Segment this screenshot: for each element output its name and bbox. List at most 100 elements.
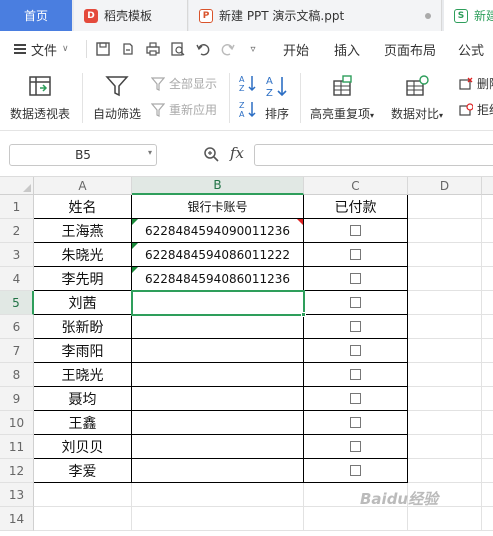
cell-d8[interactable] bbox=[408, 363, 482, 387]
row-header-1[interactable]: 1 bbox=[0, 195, 34, 219]
row-header-13[interactable]: 13 bbox=[0, 483, 34, 507]
name-box[interactable]: B5 ▾ bbox=[9, 144, 157, 166]
cell-d3[interactable] bbox=[408, 243, 482, 267]
cell-a9[interactable]: 聂均 bbox=[34, 387, 132, 411]
reject-duplicates-button[interactable]: 拒绝 bbox=[459, 101, 493, 118]
cell-e9[interactable] bbox=[482, 387, 493, 411]
tab-insert[interactable]: 插入 bbox=[334, 40, 360, 59]
pivot-table-button[interactable]: 数据透视表 bbox=[10, 73, 70, 122]
cell-e13[interactable] bbox=[482, 483, 493, 507]
cell-b6[interactable] bbox=[132, 315, 304, 339]
cell-e11[interactable] bbox=[482, 435, 493, 459]
tab-daoke-templates[interactable]: D 稻壳模板 bbox=[74, 0, 188, 31]
tab-formula[interactable]: 公式 bbox=[458, 40, 484, 59]
cell-e5[interactable] bbox=[482, 291, 493, 315]
sort-descending-button[interactable]: ZA bbox=[238, 99, 258, 119]
column-header-b[interactable]: B bbox=[132, 177, 304, 195]
row-header-11[interactable]: 11 bbox=[0, 435, 34, 459]
cell-c12[interactable] bbox=[304, 459, 408, 483]
row-header-2[interactable]: 2 bbox=[0, 219, 34, 243]
cell-e4[interactable] bbox=[482, 267, 493, 291]
cell-b5[interactable] bbox=[132, 291, 304, 315]
paid-checkbox[interactable] bbox=[350, 273, 361, 284]
paid-checkbox[interactable] bbox=[350, 249, 361, 260]
cell-c3[interactable] bbox=[304, 243, 408, 267]
cell-d14[interactable] bbox=[408, 507, 482, 531]
cell-d10[interactable] bbox=[408, 411, 482, 435]
column-header-e[interactable] bbox=[482, 177, 493, 195]
cell-a14[interactable] bbox=[34, 507, 132, 531]
cell-c2[interactable] bbox=[304, 219, 408, 243]
cell-b4[interactable]: 6228484594086011236 bbox=[132, 267, 304, 291]
cell-c5[interactable] bbox=[304, 291, 408, 315]
cell-c14[interactable] bbox=[304, 507, 408, 531]
cell-d5[interactable] bbox=[408, 291, 482, 315]
paid-checkbox[interactable] bbox=[350, 225, 361, 236]
cell-a2[interactable]: 王海燕 bbox=[34, 219, 132, 243]
cell-b11[interactable] bbox=[132, 435, 304, 459]
cell-d12[interactable] bbox=[408, 459, 482, 483]
cell-a8[interactable]: 王晓光 bbox=[34, 363, 132, 387]
paid-checkbox[interactable] bbox=[350, 465, 361, 476]
cell-b14[interactable] bbox=[132, 507, 304, 531]
show-all-button[interactable]: 全部显示 bbox=[151, 75, 217, 92]
row-header-4[interactable]: 4 bbox=[0, 267, 34, 291]
cell-e8[interactable] bbox=[482, 363, 493, 387]
cell-c9[interactable] bbox=[304, 387, 408, 411]
cell-d2[interactable] bbox=[408, 219, 482, 243]
cell-e3[interactable] bbox=[482, 243, 493, 267]
cell-b1[interactable]: 银行卡账号 bbox=[132, 195, 304, 219]
row-header-9[interactable]: 9 bbox=[0, 387, 34, 411]
cell-b7[interactable] bbox=[132, 339, 304, 363]
cell-c8[interactable] bbox=[304, 363, 408, 387]
sort-ascending-button[interactable]: AZ bbox=[238, 73, 258, 93]
cell-a4[interactable]: 李先明 bbox=[34, 267, 132, 291]
insert-function-button[interactable]: fx bbox=[230, 144, 244, 162]
sort-button[interactable]: AZ 排序 bbox=[264, 73, 290, 122]
cell-d1[interactable] bbox=[408, 195, 482, 219]
tab-ppt-document[interactable]: P 新建 PPT 演示文稿.ppt bbox=[189, 0, 442, 31]
row-header-7[interactable]: 7 bbox=[0, 339, 34, 363]
cell-d11[interactable] bbox=[408, 435, 482, 459]
paid-checkbox[interactable] bbox=[350, 297, 361, 308]
cell-a3[interactable]: 朱晓光 bbox=[34, 243, 132, 267]
row-header-3[interactable]: 3 bbox=[0, 243, 34, 267]
cell-b8[interactable] bbox=[132, 363, 304, 387]
cell-b3[interactable]: 6228484594086011222 bbox=[132, 243, 304, 267]
delete-duplicates-button[interactable]: 删除 bbox=[459, 75, 493, 92]
cell-a6[interactable]: 张新盼 bbox=[34, 315, 132, 339]
paid-checkbox[interactable] bbox=[350, 441, 361, 452]
cell-c7[interactable] bbox=[304, 339, 408, 363]
column-header-c[interactable]: C bbox=[304, 177, 408, 195]
cell-e1[interactable] bbox=[482, 195, 493, 219]
formula-input[interactable] bbox=[254, 144, 493, 166]
cell-b9[interactable] bbox=[132, 387, 304, 411]
tab-spreadsheet[interactable]: S 新建 bbox=[444, 0, 493, 31]
cell-c11[interactable] bbox=[304, 435, 408, 459]
cell-e14[interactable] bbox=[482, 507, 493, 531]
paid-checkbox[interactable] bbox=[350, 345, 361, 356]
cell-a7[interactable]: 李雨阳 bbox=[34, 339, 132, 363]
cell-a10[interactable]: 王鑫 bbox=[34, 411, 132, 435]
cell-c10[interactable] bbox=[304, 411, 408, 435]
cell-a13[interactable] bbox=[34, 483, 132, 507]
highlight-duplicates-button[interactable]: 高亮重复项▾ bbox=[310, 73, 374, 122]
cell-b10[interactable] bbox=[132, 411, 304, 435]
tab-page-layout[interactable]: 页面布局 bbox=[384, 40, 436, 59]
cell-d6[interactable] bbox=[408, 315, 482, 339]
cell-e2[interactable] bbox=[482, 219, 493, 243]
column-header-a[interactable]: A bbox=[34, 177, 132, 195]
row-header-14[interactable]: 14 bbox=[0, 507, 34, 531]
tab-start[interactable]: 开始 bbox=[283, 40, 309, 59]
paid-checkbox[interactable] bbox=[350, 321, 361, 332]
zoom-magnifier-icon[interactable] bbox=[203, 146, 219, 162]
select-all-corner[interactable] bbox=[0, 177, 34, 195]
cell-c4[interactable] bbox=[304, 267, 408, 291]
cell-d9[interactable] bbox=[408, 387, 482, 411]
autofilter-button[interactable]: 自动筛选 bbox=[93, 73, 141, 122]
cell-d7[interactable] bbox=[408, 339, 482, 363]
row-header-12[interactable]: 12 bbox=[0, 459, 34, 483]
cell-e12[interactable] bbox=[482, 459, 493, 483]
cell-a12[interactable]: 李爱 bbox=[34, 459, 132, 483]
row-header-8[interactable]: 8 bbox=[0, 363, 34, 387]
